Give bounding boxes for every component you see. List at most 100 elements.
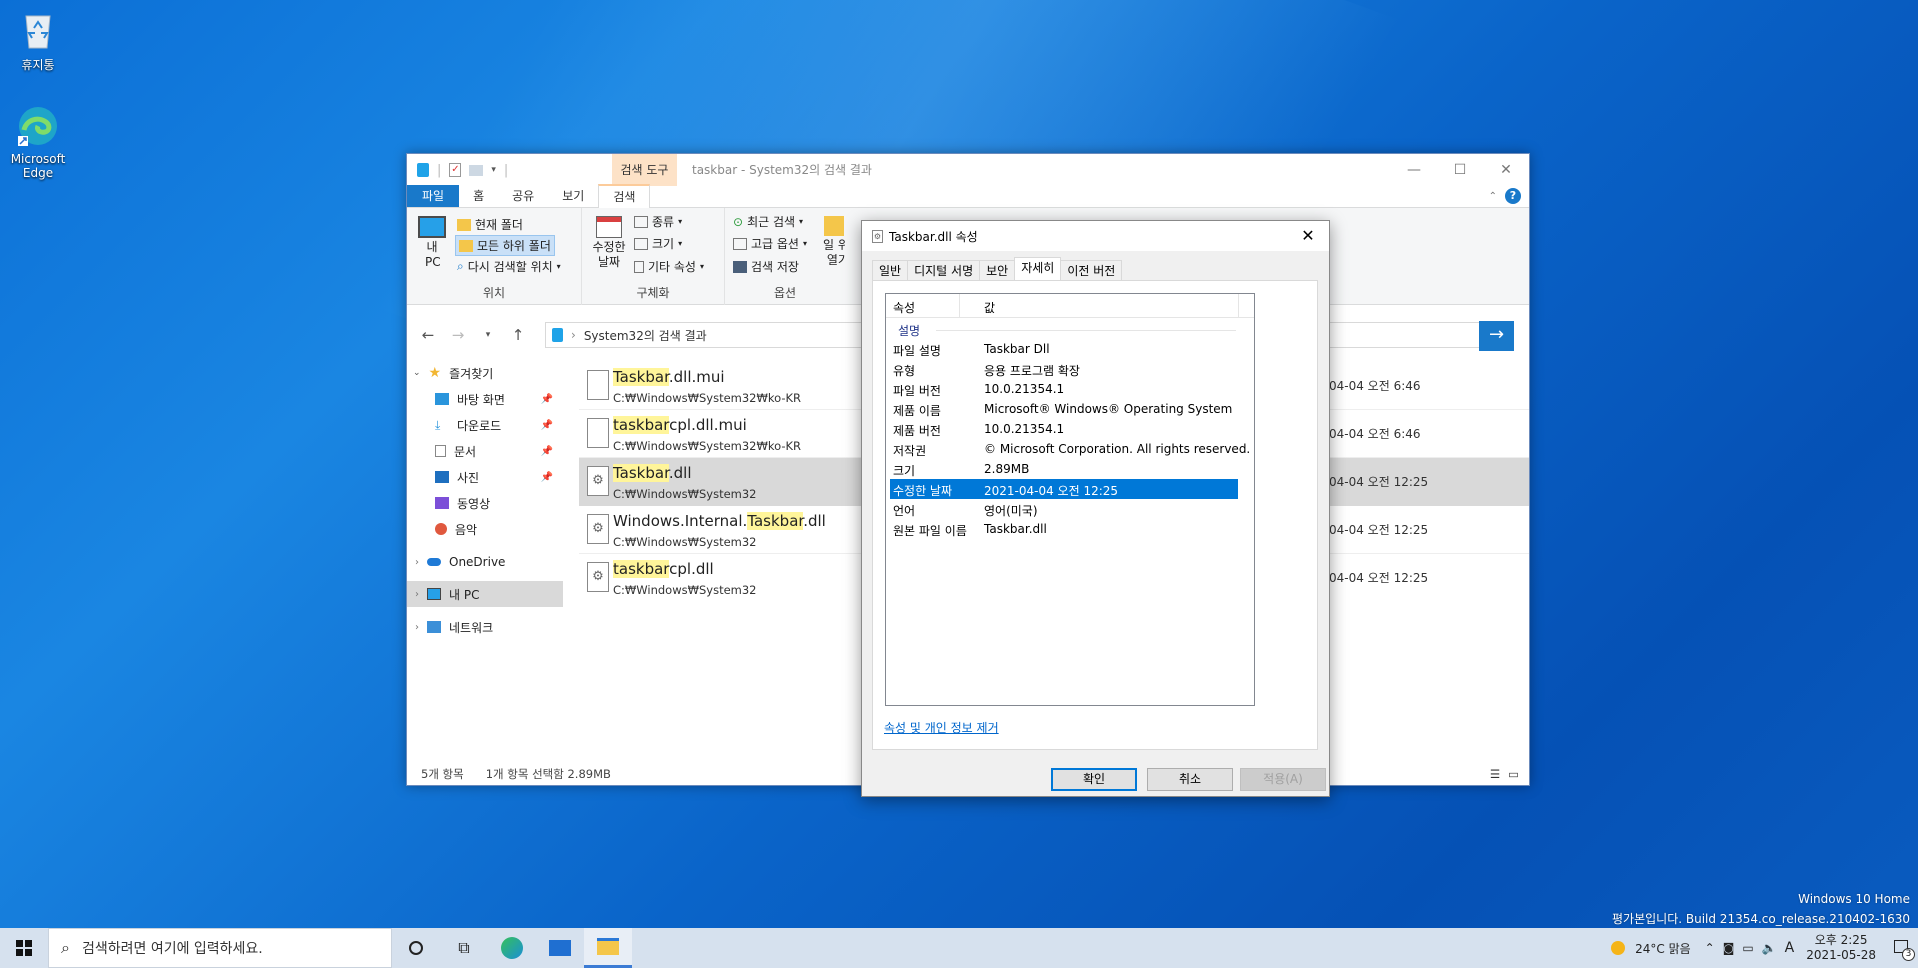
property-row[interactable]: 원본 파일 이름 Taskbar.dll [890,519,1238,539]
tab-details[interactable]: 자세히 [1014,257,1062,280]
meet-now-icon[interactable]: ◙ [1723,941,1735,955]
nav-item-label: 음악 [455,522,478,537]
dialog-close-button[interactable]: ✕ [1291,221,1325,251]
property-row[interactable]: 파일 버전 10.0.21354.1 [890,379,1238,399]
tab-view[interactable]: 보기 [548,185,598,207]
clock[interactable]: 오후 2:25 2021-05-28 [1806,933,1876,963]
all-subfolders-button[interactable]: 모든 하위 폴더 [455,235,555,256]
nav-quick-access[interactable]: ⌄ ★ 즐겨찾기 [407,360,563,386]
current-folder-button[interactable]: 현재 폴더 [457,216,523,233]
task-view-button[interactable]: ⧉ [440,928,488,968]
property-list[interactable]: 속성 값 설명 파일 설명 Taskbar Dll 유형 응용 프로그램 확장 파일… [885,293,1255,706]
property-row[interactable]: 크기 2.89MB [890,459,1238,479]
tab-general[interactable]: 일반 [872,260,909,280]
tab-security[interactable]: 보안 [979,260,1016,280]
group-header-description: 설명 [898,324,921,338]
property-row[interactable]: 유형 응용 프로그램 확장 [890,359,1238,379]
tab-file[interactable]: 파일 [407,185,460,207]
apply-button[interactable]: 적용(A) [1240,768,1326,791]
nav-network[interactable]: › 네트워크 [407,614,563,640]
ok-button[interactable]: 확인 [1051,768,1137,791]
tab-share[interactable]: 공유 [498,185,548,207]
property-row[interactable]: 파일 설명 Taskbar Dll [890,339,1238,359]
property-row[interactable]: 제품 버전 10.0.21354.1 [890,419,1238,439]
nav-item-label: 문서 [454,444,477,459]
current-folder-label: 현재 폴더 [475,218,523,232]
cortana-button[interactable] [392,928,440,968]
file-name: Taskbar.dll [613,464,692,482]
pin-icon: 📌 [540,471,553,483]
weather-sun-icon[interactable] [1611,941,1626,955]
weather-text[interactable]: 24°C 맑음 [1635,940,1691,957]
date-modified-button[interactable]: 수정한 날짜 [590,216,628,270]
advanced-options-dropdown[interactable]: 고급 옵션 ▾ [733,235,807,252]
property-row[interactable]: 제품 이름 Microsoft® Windows® Operating Syste… [890,399,1238,419]
taskbar-file-explorer[interactable] [584,928,632,968]
desktop-icon-label: Microsoft Edge [10,152,66,180]
taskbar-edge[interactable] [488,928,536,968]
column-header-property[interactable]: 속성 [893,299,915,316]
tab-previous-versions[interactable]: 이전 버전 [1060,260,1123,280]
ime-indicator[interactable]: A [1785,940,1795,956]
file-path: C:₩Windows₩System32 [613,535,757,549]
chevron-down-icon: ▾ [699,262,704,271]
file-path: C:₩Windows₩System32 [613,583,757,597]
other-properties-dropdown[interactable]: 기타 속성 ▾ [634,258,704,275]
nav-onedrive-label: OneDrive [449,555,506,569]
kind-label: 종류 [652,215,675,229]
file-name: Windows.Internal.Taskbar.dll [613,512,826,530]
property-row[interactable]: 언어 영어(미국) [890,499,1238,519]
up-button[interactable]: ↑ [503,326,533,344]
help-icon[interactable]: ? [1505,188,1521,204]
action-center-button[interactable]: 3 [1888,928,1918,968]
search-again-dropdown[interactable]: ⌕ 다시 검색할 위치 ▾ [457,258,561,275]
nav-this-pc[interactable]: › 내 PC [407,581,563,607]
nav-item-desktop[interactable]: 바탕 화면 📌 [407,386,563,412]
chevron-down-icon: ▾ [678,239,683,248]
recent-searches-dropdown[interactable]: ⊙ 최근 검색 ▾ [733,213,803,230]
kind-dropdown[interactable]: 종류 ▾ [634,213,682,230]
forward-button[interactable]: → [443,326,473,344]
property-row[interactable]: 저작권 © Microsoft Corporation. All rights r… [890,439,1250,459]
collapse-ribbon-icon[interactable]: ⌃ [1489,191,1497,202]
nav-quick-access-label: 즐겨찾기 [449,366,494,381]
new-folder-icon[interactable] [469,164,484,176]
property-row-selected[interactable]: 수정한 날짜 2021-04-04 오전 12:25 [890,479,1238,499]
size-dropdown[interactable]: 크기 ▾ [634,235,682,252]
back-button[interactable]: ← [413,326,443,344]
large-icons-view-icon[interactable]: ▭ [1508,767,1519,781]
close-button[interactable]: ✕ [1483,154,1529,186]
customize-qa-chevron-icon[interactable]: ▾ [491,165,496,175]
save-search-button[interactable]: 검색 저장 [733,258,799,275]
volume-icon[interactable]: 🔈 [1762,941,1777,955]
pictures-icon [435,471,449,483]
network-icon[interactable]: ▭ [1742,941,1753,955]
column-header-value[interactable]: 값 [984,299,995,316]
download-icon: ⤓ [435,417,441,432]
nav-item-music[interactable]: 음악 [407,516,563,542]
tab-digital-signatures[interactable]: 디지털 서명 [907,260,981,280]
desktop-icon-edge[interactable]: Microsoft Edge [0,104,76,180]
this-pc-button[interactable]: 내 PC [415,216,449,270]
details-view-icon[interactable]: ☰ [1490,767,1500,781]
cancel-button[interactable]: 취소 [1147,768,1233,791]
nav-onedrive[interactable]: › OneDrive [407,549,563,575]
search-go-button[interactable]: → [1479,321,1514,351]
recent-locations-chevron-icon[interactable]: ▾ [473,330,503,340]
remove-properties-link[interactable]: 속성 및 개인 정보 제거 [884,719,999,736]
tab-home[interactable]: 홈 [459,185,498,207]
tab-search[interactable]: 검색 [598,184,651,208]
nav-item-downloads[interactable]: ⤓ 다운로드 📌 [407,412,563,438]
properties-icon[interactable]: ✓ [449,163,462,177]
open-file-location-button[interactable]: 파일 위치 열기 [823,216,845,268]
desktop-icon-recycle-bin[interactable]: 휴지통 [0,8,76,73]
taskbar-search-box[interactable]: ⌕ 검색하려면 여기에 입력하세요. [48,928,392,968]
taskbar-mail[interactable] [536,928,584,968]
show-hidden-icons-chevron-icon[interactable]: ⌃ [1705,941,1715,955]
nav-item-pictures[interactable]: 사진 📌 [407,464,563,490]
start-button[interactable] [0,928,48,968]
minimize-button[interactable]: — [1391,154,1437,186]
maximize-button[interactable]: ☐ [1437,154,1483,186]
nav-item-videos[interactable]: 동영상 [407,490,563,516]
nav-item-documents[interactable]: 문서 📌 [407,438,563,464]
